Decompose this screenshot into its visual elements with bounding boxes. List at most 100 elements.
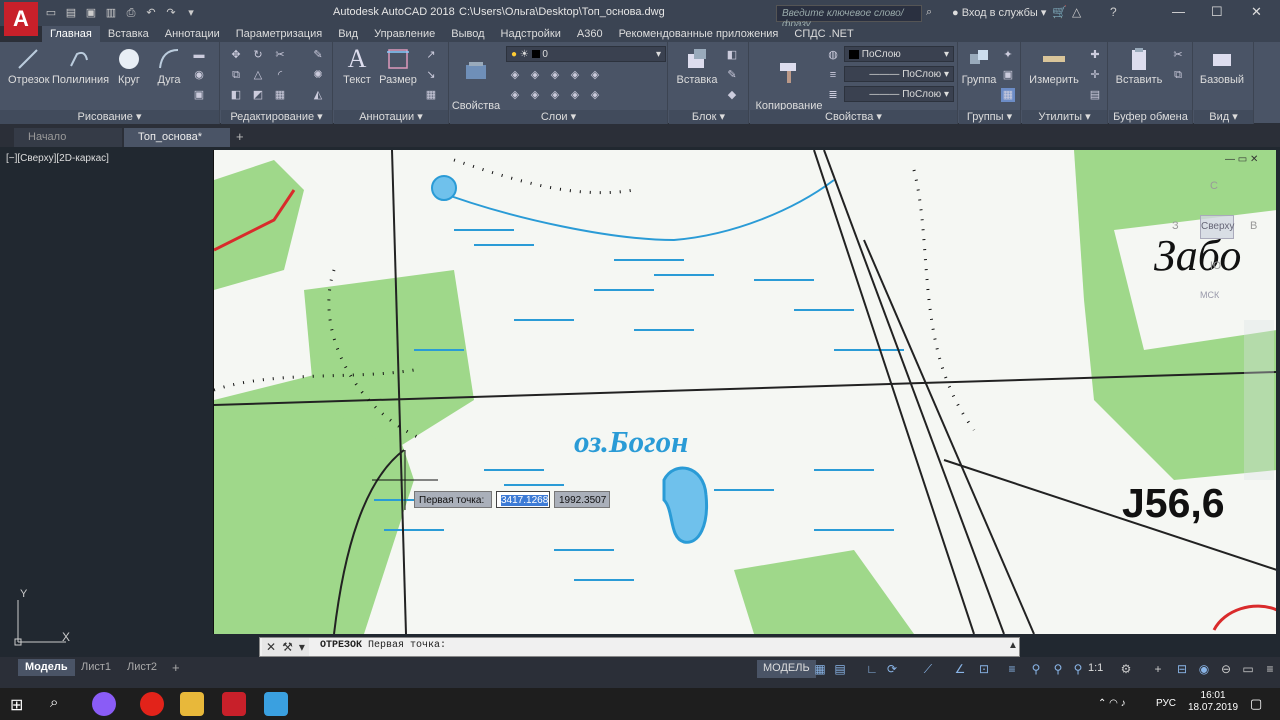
auto-scale-icon[interactable]: ⚲: [1050, 661, 1066, 677]
snap-icon[interactable]: ▤: [832, 661, 848, 677]
offset-icon[interactable]: ◭: [311, 88, 325, 102]
y-coordinate-input[interactable]: 1992.3507: [554, 491, 610, 508]
navigation-bar[interactable]: [1244, 320, 1274, 480]
leader-icon[interactable]: ↗: [424, 48, 438, 62]
tab-parametric[interactable]: Параметризация: [228, 26, 330, 42]
tab-featured-apps[interactable]: Рекомендованные приложения: [611, 26, 787, 42]
panel-title[interactable]: Группы ▾: [959, 110, 1020, 124]
search-icon[interactable]: ⌕: [50, 694, 58, 711]
layer-off-icon[interactable]: ◈: [548, 68, 562, 82]
rectangle-icon[interactable]: ▬: [192, 48, 206, 62]
polar-icon[interactable]: ⟳: [884, 661, 900, 677]
binoculars-icon[interactable]: ⌕: [926, 6, 932, 19]
tab-home[interactable]: Главная: [42, 26, 100, 42]
paste-button[interactable]: Вставить: [1113, 46, 1165, 87]
tab-a360[interactable]: А360: [569, 26, 611, 42]
point-icon[interactable]: ✛: [1088, 68, 1102, 82]
tray-icons[interactable]: ⌃ ◠ ♪: [1098, 698, 1126, 709]
maximize-button[interactable]: ☐: [1211, 4, 1223, 20]
array-icon[interactable]: ▦: [273, 88, 287, 102]
copy-clip-icon[interactable]: ⧉: [1171, 68, 1185, 82]
annotation-visibility-icon[interactable]: ⚲: [1028, 661, 1044, 677]
circle-button[interactable]: Круг: [112, 46, 146, 87]
recent-commands-icon[interactable]: ▾: [299, 638, 305, 656]
login-button[interactable]: ● Вход в службы ▾: [952, 6, 1046, 19]
tab-annotate[interactable]: Аннотации: [157, 26, 228, 42]
cortana-icon[interactable]: [92, 692, 116, 716]
rotate-icon[interactable]: ↻: [251, 48, 265, 62]
move-icon[interactable]: ✥: [229, 48, 243, 62]
trim-icon[interactable]: ✂: [273, 48, 287, 62]
layer-freeze-icon[interactable]: ◈: [568, 68, 582, 82]
panel-title[interactable]: Редактирование ▾: [221, 110, 332, 124]
block-attr-icon[interactable]: ◆: [725, 88, 739, 102]
customize-icon[interactable]: ≡: [1262, 661, 1278, 677]
viewport-controls[interactable]: [−][Сверху][2D-каркас]: [6, 153, 109, 164]
panel-title[interactable]: Рисование ▾: [0, 110, 219, 124]
minimize-button[interactable]: —: [1172, 4, 1185, 19]
arc-button[interactable]: Дуга: [152, 46, 186, 87]
viewcube-north[interactable]: С: [1210, 180, 1218, 192]
opera-icon[interactable]: [140, 692, 164, 716]
panel-title[interactable]: Слои ▾: [450, 110, 667, 124]
mirror-icon[interactable]: △: [251, 68, 265, 82]
osnap-tracking-icon[interactable]: ∠: [952, 661, 968, 677]
tab-drawing[interactable]: Топ_основа*: [124, 128, 230, 147]
linetype-select[interactable]: ——— ПоСлою ▾: [844, 66, 954, 82]
create-block-icon[interactable]: ◧: [725, 48, 739, 62]
app-menu-button[interactable]: A: [4, 2, 38, 36]
region-icon[interactable]: ▣: [192, 88, 206, 102]
explode-icon[interactable]: ✺: [311, 68, 325, 82]
tab-output[interactable]: Вывод: [443, 26, 492, 42]
saveas-icon[interactable]: ▥: [104, 6, 118, 20]
annotation-scale-icon[interactable]: ⚲: [1070, 661, 1086, 677]
panel-title[interactable]: Свойства ▾: [750, 110, 957, 124]
isolate-icon[interactable]: ◉: [1196, 661, 1212, 677]
quick-select-icon[interactable]: ✚: [1088, 48, 1102, 62]
panel-title[interactable]: Буфер обмена ▾: [1109, 110, 1192, 137]
recorder-icon[interactable]: [264, 692, 288, 716]
stretch-icon[interactable]: ◧: [229, 88, 243, 102]
close-icon[interactable]: ✕: [266, 638, 276, 656]
line-button[interactable]: Отрезок: [8, 46, 49, 87]
fillet-icon[interactable]: ◜: [273, 68, 287, 82]
table-icon[interactable]: ↘: [424, 68, 438, 82]
calculator-icon[interactable]: ▤: [1088, 88, 1102, 102]
autocad-taskbar-icon[interactable]: [222, 692, 246, 716]
windows-start-icon[interactable]: ⊞: [10, 695, 23, 715]
viewcube-south[interactable]: Ю: [1210, 260, 1221, 272]
layer-select[interactable]: ● ☀ 0 ▾: [506, 46, 666, 62]
search-input[interactable]: Введите ключевое слово/фразу: [776, 5, 922, 30]
viewport-window-controls[interactable]: — ▭ ✕: [1225, 154, 1258, 165]
workspace-gear-icon[interactable]: ⚙: [1118, 661, 1134, 677]
hardware-accel-icon[interactable]: ⊖: [1218, 661, 1234, 677]
erase-icon[interactable]: ✎: [311, 48, 325, 62]
group-select-icon[interactable]: ▦: [1001, 88, 1015, 102]
layer-prev-icon[interactable]: ◈: [528, 88, 542, 102]
tab-layout2[interactable]: Лист2: [120, 659, 164, 676]
color-select[interactable]: ПоСлою ▾: [844, 46, 954, 62]
copy-icon[interactable]: ⧉: [229, 68, 243, 82]
save-icon[interactable]: ▣: [84, 6, 98, 20]
measure-button[interactable]: Измерить: [1026, 46, 1082, 87]
hatch-icon[interactable]: ◉: [192, 68, 206, 82]
layer-walk-icon[interactable]: ◈: [548, 88, 562, 102]
base-view-button[interactable]: Базовый: [1196, 46, 1248, 87]
layer-merge-icon[interactable]: ◈: [568, 88, 582, 102]
layer-delete-icon[interactable]: ◈: [588, 88, 602, 102]
redo-icon[interactable]: ↷: [164, 6, 178, 20]
wrench-icon[interactable]: ⚒: [282, 638, 293, 656]
panel-title[interactable]: Аннотации ▾: [334, 110, 448, 124]
ucs-menu[interactable]: МСК: [1200, 290, 1219, 300]
tab-view[interactable]: Вид: [330, 26, 366, 42]
language-indicator[interactable]: РУС: [1156, 698, 1176, 709]
ungroup-icon[interactable]: ✦: [1001, 48, 1015, 62]
mtext-table-icon[interactable]: ▦: [424, 88, 438, 102]
explorer-icon[interactable]: [180, 692, 204, 716]
clock[interactable]: 16:01 18.07.2019: [1188, 690, 1238, 714]
print-icon[interactable]: ⎙: [124, 6, 138, 20]
viewcube-east[interactable]: В: [1250, 220, 1257, 232]
polyline-button[interactable]: Полилиния: [52, 46, 109, 87]
command-history-icon[interactable]: ▲: [1008, 640, 1018, 651]
panel-title[interactable]: Вид ▾: [1194, 110, 1253, 124]
